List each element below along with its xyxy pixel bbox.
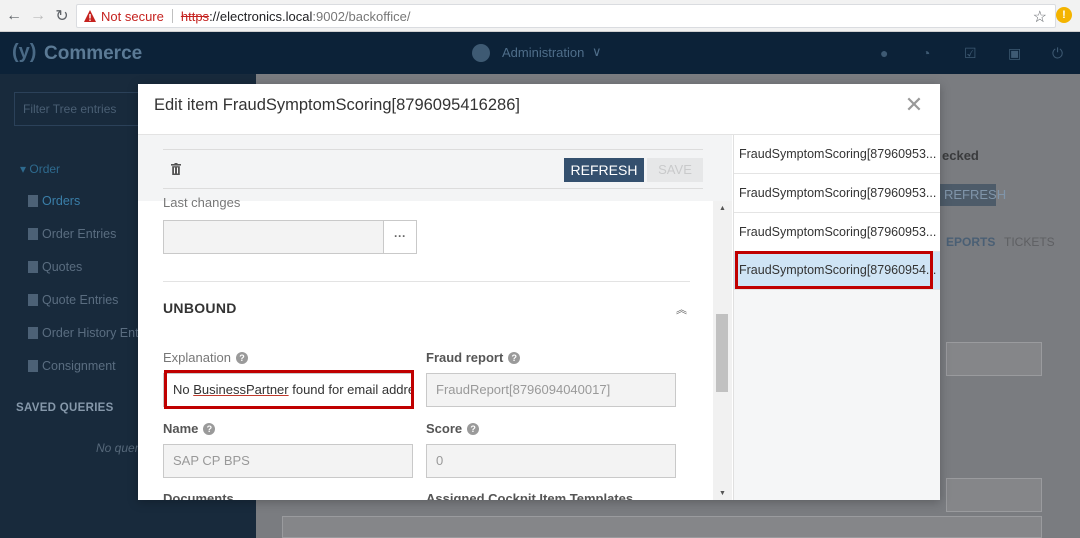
- section-divider: [163, 281, 690, 282]
- item-list: FraudSymptomScoring[87960953... FraudSym…: [733, 135, 940, 500]
- fraud-report-field[interactable]: FraudReport[8796094040017]: [426, 373, 676, 407]
- nav-item-orders: Orders: [28, 194, 80, 208]
- folder-icon: [28, 294, 38, 306]
- url-host: ://electronics.local: [209, 8, 313, 24]
- list-item[interactable]: FraudSymptomScoring[87960953...: [734, 213, 940, 252]
- user-icon: ●: [880, 45, 889, 61]
- nav-item-quote-entries: Quote Entries: [28, 293, 118, 307]
- nav-item-quotes: Quotes: [28, 260, 82, 274]
- list-item[interactable]: FraudSymptomScoring[87960953...: [734, 174, 940, 213]
- last-changes-label: Last changes: [163, 197, 240, 211]
- toolbar-row: REFRESH SAVE: [163, 149, 703, 189]
- browser-toolbar: ← → ↻ Not secure https://electronics.loc…: [0, 0, 1080, 32]
- nav-item-label: Quote Entries: [42, 293, 119, 307]
- bg-field: [946, 478, 1042, 512]
- name-field[interactable]: SAP CP BPS: [163, 444, 413, 478]
- chevron-down-icon: ∨: [592, 44, 602, 59]
- clock-icon: ◔: [922, 45, 931, 61]
- address-bar[interactable]: Not secure https://electronics.local:900…: [76, 4, 1056, 28]
- folder-icon: [28, 195, 38, 207]
- extension-alert-icon[interactable]: !: [1056, 7, 1072, 23]
- close-icon[interactable]: ✕: [904, 94, 924, 116]
- section-title-unbound: UNBOUND: [163, 300, 237, 316]
- save-button[interactable]: SAVE: [647, 158, 703, 182]
- scroll-thumb[interactable]: [716, 314, 728, 392]
- documents-label: Documents: [163, 491, 234, 500]
- brand-name: Commerce: [44, 43, 143, 64]
- security-status: Not secure: [101, 8, 164, 24]
- folder-icon: [28, 327, 38, 339]
- edit-item-dialog: Edit item FraudSymptomScoring[8796095416…: [138, 84, 940, 500]
- trash-icon[interactable]: [171, 163, 181, 175]
- explanation-label: Explanation?: [163, 350, 248, 365]
- help-icon[interactable]: ?: [203, 422, 216, 435]
- bg-field: [946, 342, 1042, 376]
- bg-refresh-button: REFRESH: [940, 184, 1006, 206]
- url-scheme: https: [180, 8, 210, 24]
- score-label-text: Score: [426, 421, 463, 436]
- url-path: :9002/backoffice/: [312, 8, 411, 24]
- editor-panel: REFRESH SAVE Last changes ··· UNBOUND ︽ …: [138, 135, 732, 500]
- forward-arrow-icon[interactable]: →: [26, 4, 50, 28]
- logo-icon: (y): [12, 41, 37, 63]
- perspective-icon: [472, 44, 490, 62]
- saved-queries-heading: SAVED QUERIES: [16, 402, 114, 414]
- bg-field: [282, 516, 1042, 538]
- help-icon[interactable]: ?: [508, 351, 521, 364]
- name-label: Name?: [163, 421, 216, 436]
- editor-toolbar: REFRESH SAVE: [138, 135, 732, 201]
- last-changes-field: [163, 220, 385, 254]
- nav-group-label: Order: [29, 162, 61, 176]
- power-icon: ⏻: [1052, 45, 1064, 61]
- more-options-button[interactable]: ···: [383, 220, 417, 254]
- help-icon[interactable]: ?: [467, 422, 480, 435]
- selected-item-highlight: [735, 251, 933, 289]
- last-changes-label-text: Last changes: [163, 197, 241, 210]
- name-label-text: Name: [163, 421, 199, 436]
- explanation-label-text: Explanation: [163, 350, 231, 365]
- refresh-button[interactable]: REFRESH: [564, 158, 644, 182]
- nav-item-order-entries: Order Entries: [28, 227, 116, 241]
- list-item[interactable]: FraudSymptomScoring[87960953...: [734, 135, 940, 174]
- help-icon[interactable]: ?: [235, 351, 248, 364]
- folder-icon: [28, 228, 38, 240]
- explanation-highlight: [164, 370, 414, 409]
- scroll-down-icon[interactable]: ▼: [719, 490, 726, 497]
- perspective-label: Administration: [502, 45, 585, 60]
- templates-label: Assigned Cockpit Item Templates: [426, 491, 634, 500]
- score-label: Score?: [426, 421, 480, 436]
- bg-tab-reports: EPORTS: [946, 235, 996, 249]
- address-separator: [171, 9, 173, 23]
- document-icon: ▣: [1008, 45, 1022, 61]
- nav-item-label: Quotes: [42, 260, 83, 274]
- check-icon: ☑: [964, 45, 977, 61]
- dialog-title: Edit item FraudSymptomScoring[8796095416…: [154, 96, 520, 114]
- reload-icon[interactable]: ↻: [50, 4, 74, 28]
- chevron-double-up-icon[interactable]: ︽: [676, 301, 687, 317]
- nav-item-label: Orders: [42, 194, 81, 208]
- app-header: (y) Commerce Administration ∨ ● ◔ ☑ ▣ ⏻: [0, 32, 1080, 74]
- star-icon[interactable]: ☆: [1033, 7, 1047, 27]
- scroll-up-icon[interactable]: ▲: [719, 205, 726, 212]
- fraud-report-label-text: Fraud report: [426, 350, 504, 365]
- bg-tab-tickets: TICKETS: [1004, 235, 1055, 249]
- nav-item-label: Order Entries: [42, 227, 117, 241]
- bg-checked-label: ecked: [942, 148, 979, 163]
- nav-item-label: Consignment: [42, 359, 116, 373]
- folder-icon: [28, 261, 38, 273]
- folder-icon: [28, 360, 38, 372]
- editor-scrollbar[interactable]: ▲ ▼: [713, 201, 732, 500]
- nav-group-order: ▾ Order: [20, 162, 61, 176]
- nav-item-consignment: Consignment: [28, 359, 116, 373]
- warning-icon: [84, 10, 96, 22]
- fraud-report-label: Fraud report?: [426, 350, 521, 365]
- back-arrow-icon[interactable]: ←: [2, 4, 26, 28]
- score-field[interactable]: 0: [426, 444, 676, 478]
